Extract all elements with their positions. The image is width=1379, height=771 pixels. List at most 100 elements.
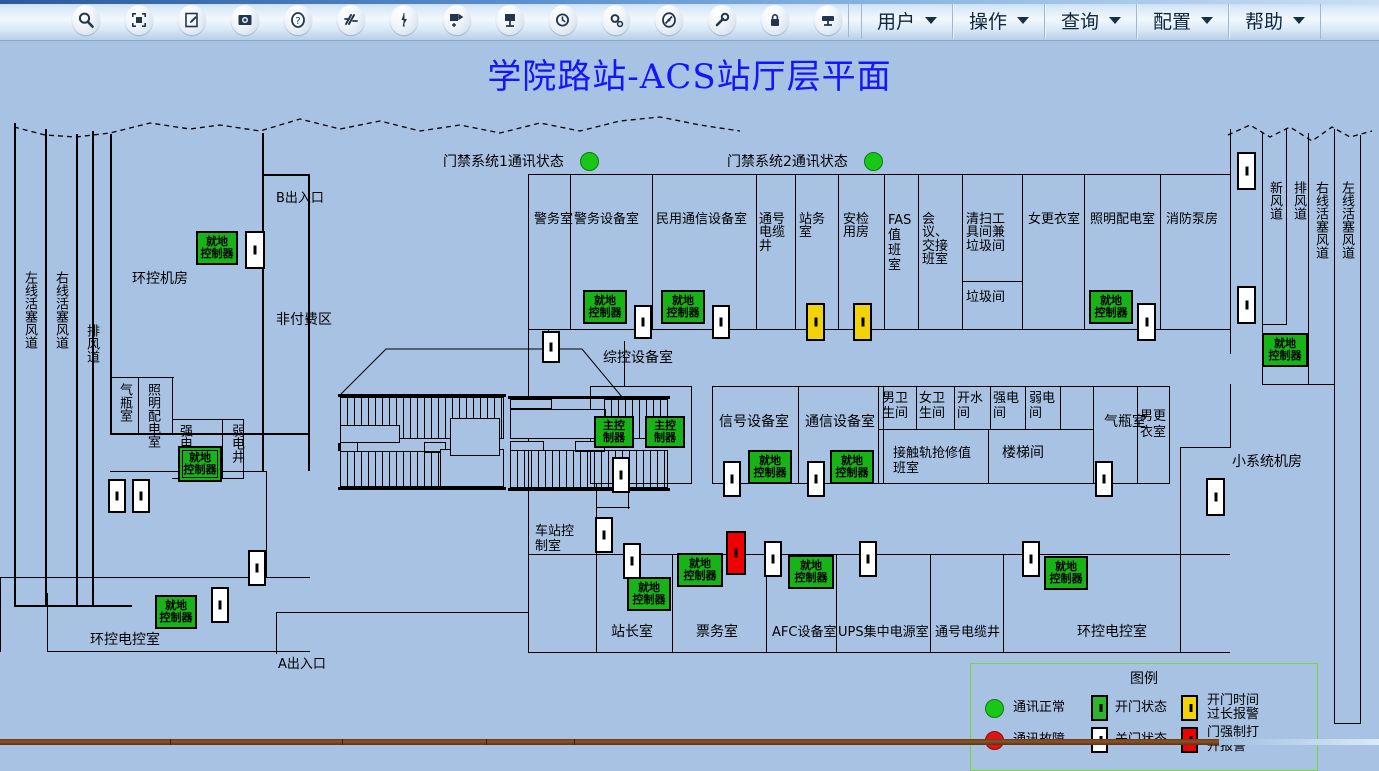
wall — [1230, 329, 1231, 354]
wall — [1334, 723, 1361, 724]
local-controller[interactable]: 就地 控制器 — [677, 553, 723, 587]
local-controller[interactable]: 就地 控制器 — [661, 290, 705, 324]
local-controller[interactable]: 就地 控制器 — [1089, 290, 1133, 324]
edit-icon[interactable] — [178, 5, 206, 35]
wall — [1230, 129, 1231, 174]
clock-alert-icon[interactable] — [655, 5, 683, 35]
wall — [1334, 129, 1335, 724]
room-label-station-office: 站务室 — [799, 212, 826, 241]
wall — [1286, 129, 1287, 325]
local-controller[interactable]: 就地 控制器 — [155, 595, 197, 629]
door-closed[interactable] — [248, 550, 266, 586]
search-icon[interactable] — [72, 5, 100, 35]
menu-operation[interactable]: 操作 — [953, 1, 1045, 39]
room-label-cleaning-tools-trash: 清扫工具间兼垃圾间 — [966, 212, 1006, 254]
master-controller[interactable]: 主控 制器 — [594, 416, 634, 448]
room-label-hvac-control-left: 环控电控室 — [90, 632, 160, 648]
card-reader-icon[interactable] — [814, 5, 842, 35]
door-closed[interactable] — [859, 541, 877, 577]
wall — [76, 134, 78, 607]
menu-user[interactable]: 用户 — [861, 1, 953, 39]
door-closed[interactable] — [595, 517, 613, 553]
master-controller[interactable]: 主控 制器 — [645, 416, 685, 448]
door-closed[interactable] — [1237, 152, 1256, 190]
help-circle-icon[interactable]: ? — [284, 5, 312, 35]
room-label-exhaust-duct-1: 排风道 — [84, 324, 99, 363]
door-closed[interactable] — [108, 479, 126, 513]
door-closed[interactable] — [723, 461, 741, 497]
door-open-timeout-alarm[interactable] — [853, 303, 872, 341]
local-controller[interactable]: 就地 控制器 — [788, 555, 834, 589]
break-line-top-right — [1227, 124, 1373, 142]
menu-config[interactable]: 配置 — [1137, 1, 1229, 39]
local-controller[interactable]: 就地 控制器 — [196, 231, 238, 265]
escalator-down-right[interactable] — [510, 450, 668, 488]
room-label-signal-equipment: 信号设备室 — [719, 414, 789, 430]
fit-screen-icon[interactable] — [125, 5, 153, 35]
menu-help[interactable]: 帮助 — [1229, 1, 1321, 39]
door-forced-open-alarm[interactable] — [726, 531, 746, 575]
door-closed[interactable] — [612, 457, 630, 493]
local-controller[interactable]: 就地 控制器 — [178, 446, 222, 482]
link-broken-icon[interactable] — [337, 5, 365, 35]
wall — [262, 156, 264, 176]
legend-led-green — [985, 698, 1004, 718]
history-clock-icon[interactable] — [549, 5, 577, 35]
room-label-weak-shaft: 弱电井 — [229, 424, 244, 463]
door-closed[interactable] — [1137, 303, 1156, 341]
settings-gear-icon[interactable] — [602, 5, 630, 35]
door-closed[interactable] — [1022, 541, 1040, 577]
escalator-bar — [338, 487, 506, 490]
room-label-signal-cable-shaft-top: 通号电缆井 — [759, 212, 786, 254]
chevron-down-icon — [1017, 16, 1029, 24]
lightning-icon[interactable] — [390, 5, 418, 35]
room-label-female-locker: 女更衣室 — [1028, 212, 1081, 227]
comm-status-2-indicator — [863, 151, 883, 171]
door-closed[interactable] — [623, 543, 641, 579]
local-controller[interactable]: 就地 控制器 — [748, 450, 792, 484]
door-closed[interactable] — [211, 587, 229, 623]
legend-panel: 图例 通讯正常 开门状态 开门时间过长报警 通讯故障 关门状态 门强制打开报警 — [970, 663, 1318, 771]
local-controller[interactable]: 就地 控制器 — [1044, 556, 1088, 590]
escalator-bar — [508, 488, 670, 491]
door-closed[interactable] — [1237, 286, 1256, 324]
door-closed[interactable] — [542, 331, 560, 363]
local-controller[interactable]: 就地 控制器 — [830, 450, 874, 484]
local-controller-line2: 控制器 — [683, 569, 717, 582]
chevron-down-icon — [1293, 16, 1305, 24]
wrench-icon[interactable] — [708, 5, 736, 35]
door-closed[interactable] — [764, 541, 782, 577]
lock-icon[interactable] — [761, 5, 789, 35]
wall — [14, 605, 132, 607]
camera-icon[interactable] — [231, 5, 259, 35]
escalator-down-left[interactable] — [340, 451, 444, 487]
door-closed[interactable] — [807, 461, 825, 497]
room-label-female-toilet: 女卫生间 — [919, 391, 946, 421]
room-label-fresh-air-duct: 新风道 — [1267, 181, 1282, 220]
wall — [1180, 447, 1181, 652]
door-closed[interactable] — [1095, 461, 1113, 497]
door-closed[interactable] — [132, 479, 150, 513]
legend-grid: 通讯正常 开门状态 开门时间过长报警 通讯故障 关门状态 门强制打开报警 — [971, 688, 1317, 756]
wall — [266, 471, 267, 577]
door-closed[interactable] — [245, 231, 265, 269]
local-controller[interactable]: 就地 控制器 — [1262, 333, 1308, 367]
menu-query[interactable]: 查询 — [1045, 1, 1137, 39]
move-device-icon[interactable] — [443, 5, 471, 35]
room-label-hvac-machine-room: 环控机房 — [132, 271, 188, 287]
local-controller[interactable]: 就地 控制器 — [583, 290, 627, 324]
local-controller[interactable]: 就地 控制器 — [627, 577, 671, 611]
door-closed[interactable] — [712, 305, 730, 339]
wall — [172, 419, 244, 420]
wall — [1262, 384, 1334, 385]
room-label-ticketing: 票务室 — [696, 624, 738, 640]
door-open-timeout-alarm[interactable] — [806, 303, 825, 341]
device-icon[interactable] — [496, 5, 524, 35]
wall — [1180, 447, 1231, 448]
door-closed[interactable] — [634, 305, 652, 339]
room-label-station-master: 站长室 — [611, 624, 653, 640]
local-controller-line2: 控制器 — [200, 247, 234, 260]
door-closed[interactable] — [1206, 478, 1225, 516]
wall — [1230, 384, 1231, 448]
room-label-right-piston-duct-1: 右线活塞风道 — [53, 271, 68, 349]
